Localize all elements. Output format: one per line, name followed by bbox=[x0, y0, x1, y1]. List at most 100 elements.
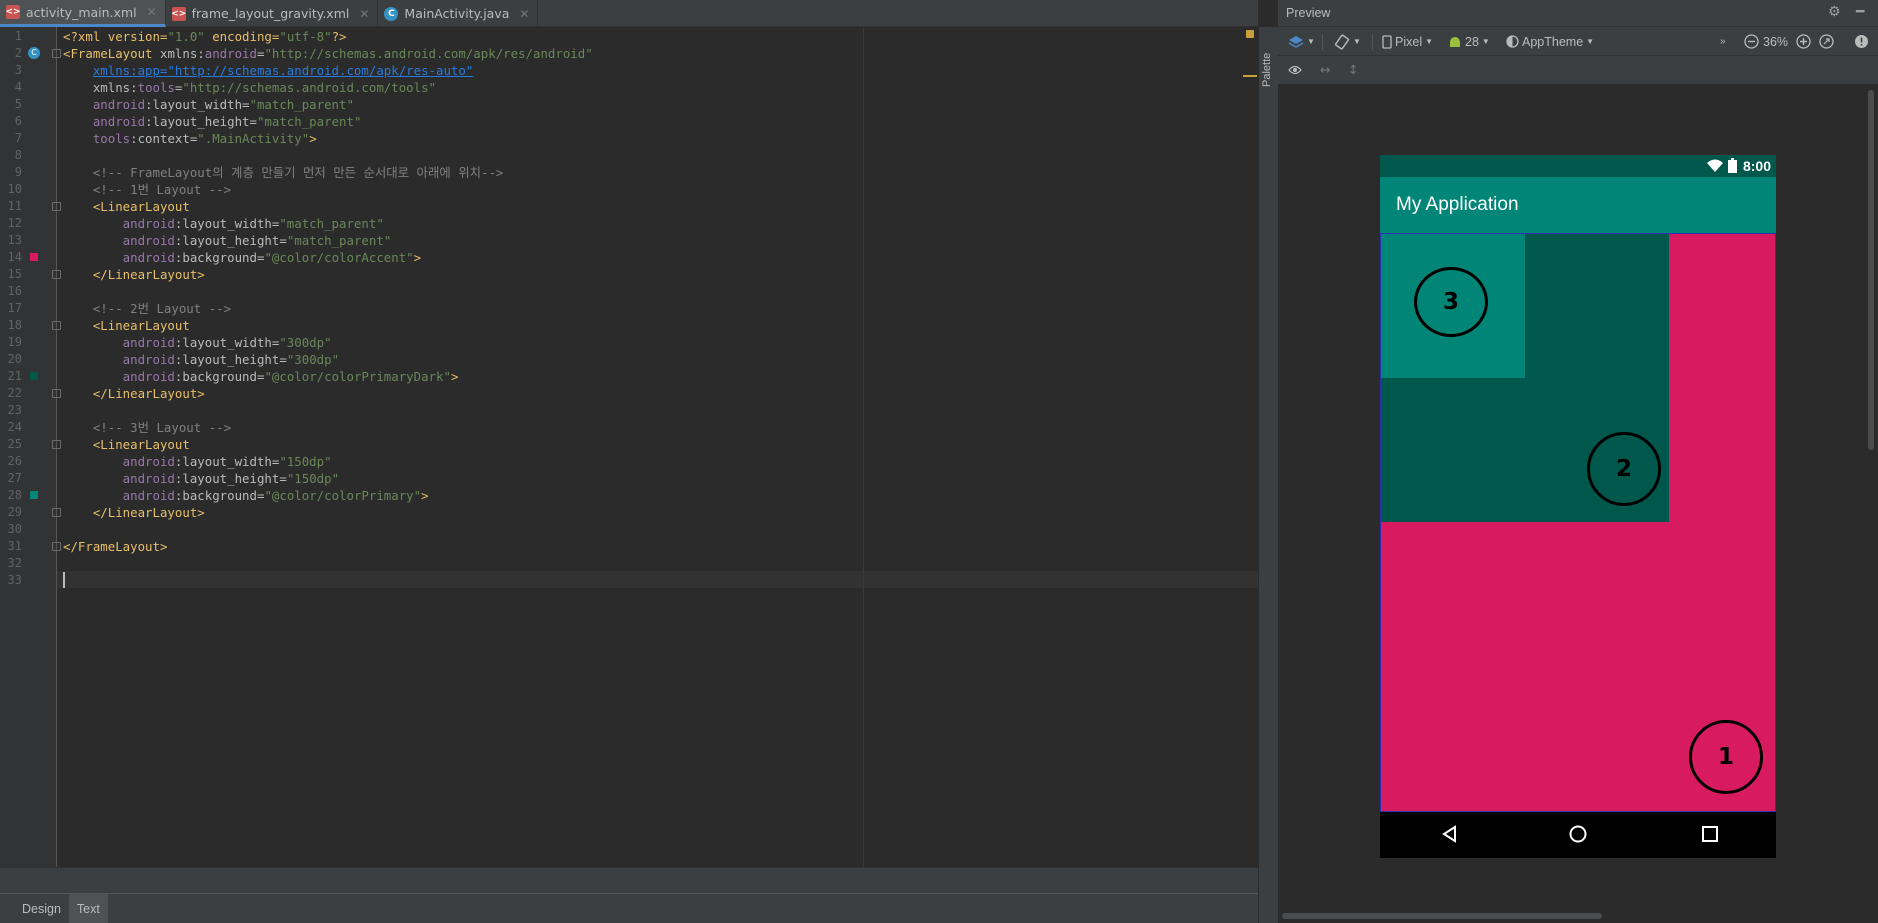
line-number: 19 bbox=[7, 335, 22, 349]
code-token: <LinearLayout bbox=[63, 318, 190, 333]
device-selector[interactable]: Pixel ▼ bbox=[1382, 33, 1433, 50]
code-token: :background= bbox=[174, 369, 265, 384]
code-token: "@color/colorAccent" bbox=[264, 250, 414, 265]
color-swatch-icon[interactable] bbox=[30, 372, 38, 380]
code-editor[interactable]: <> activity_main.xml ✕ <> frame_layout_g… bbox=[0, 0, 1258, 923]
line-number: 17 bbox=[7, 301, 22, 315]
preview-canvas[interactable]: 8:00 My Application 1 2 3 bbox=[1278, 84, 1878, 907]
layout-number-badge: 2 bbox=[1587, 432, 1661, 506]
code-token: > bbox=[421, 488, 429, 503]
tab-design[interactable]: Design bbox=[14, 894, 69, 923]
tab-text[interactable]: Text bbox=[68, 894, 108, 923]
error-stripe-marker[interactable] bbox=[1243, 75, 1257, 77]
theme-selector[interactable]: AppTheme ▼ bbox=[1506, 33, 1594, 50]
code-token: :layout_width= bbox=[174, 335, 280, 350]
toolbar-separator bbox=[1322, 34, 1323, 50]
code-token: android bbox=[63, 335, 175, 350]
code-token: "@color/colorPrimaryDark" bbox=[264, 369, 451, 384]
device-preview: 8:00 My Application 1 2 3 bbox=[1380, 155, 1776, 858]
status-time: 8:00 bbox=[1742, 158, 1771, 174]
line-number: 11 bbox=[7, 199, 22, 213]
hide-panel-icon[interactable]: ━ bbox=[1856, 4, 1864, 20]
code-token: > bbox=[413, 250, 422, 265]
line-number: 15 bbox=[7, 267, 22, 281]
line-number: 31 bbox=[7, 539, 22, 553]
code-token: "150dp" bbox=[286, 471, 340, 486]
code-token: "http://schemas.android.com/apk/res/andr… bbox=[264, 46, 593, 61]
line-number: 23 bbox=[7, 403, 22, 417]
preview-title: Preview bbox=[1286, 6, 1331, 20]
scrollbar-thumb[interactable] bbox=[1282, 913, 1602, 919]
zoom-level: 36% bbox=[1763, 34, 1789, 49]
warning-icon[interactable] bbox=[1854, 33, 1869, 50]
line-number: 10 bbox=[7, 182, 22, 196]
recents-icon bbox=[1702, 826, 1718, 842]
line-number: 24 bbox=[7, 420, 22, 434]
code-token: <?xml version= bbox=[63, 29, 168, 44]
code-line: <!-- 1번 Layout --> bbox=[63, 181, 231, 198]
code-line: <LinearLayout bbox=[63, 317, 190, 334]
eye-icon[interactable] bbox=[1288, 61, 1302, 78]
code-token: "300dp" bbox=[286, 352, 340, 367]
horizontal-resize-icon[interactable]: ↔ bbox=[1320, 61, 1330, 78]
class-reference-icon[interactable]: C bbox=[28, 47, 40, 59]
code-token: :layout_height= bbox=[174, 471, 287, 486]
code-token: <FrameLayout bbox=[63, 46, 160, 61]
layout-number-badge: 1 bbox=[1689, 720, 1763, 794]
tab-frame-layout-gravity[interactable]: <> frame_layout_gravity.xml ✕ bbox=[166, 0, 379, 27]
code-token: </LinearLayout> bbox=[63, 267, 205, 282]
line-number: 12 bbox=[7, 216, 22, 230]
theme-label: AppTheme bbox=[1522, 34, 1584, 49]
code-token: ?> bbox=[331, 29, 347, 44]
warning-marker-icon[interactable] bbox=[1246, 30, 1254, 38]
code-token: <LinearLayout bbox=[63, 199, 190, 214]
orientation-icon[interactable]: ▼ bbox=[1334, 33, 1361, 50]
tab-activity-main[interactable]: <> activity_main.xml ✕ bbox=[0, 0, 166, 27]
zoom-to-fit-icon[interactable] bbox=[1819, 33, 1834, 50]
code-token: <!-- FrameLayout의 계층 만들기 먼저 만든 순서대로 아래에 … bbox=[63, 165, 504, 180]
close-icon[interactable]: ✕ bbox=[359, 7, 369, 21]
code-text-area[interactable]: <?xml version="1.0" encoding="utf-8"?> <F… bbox=[57, 27, 1258, 867]
line-number: 3 bbox=[14, 63, 22, 77]
zoom-in-icon[interactable] bbox=[1796, 33, 1811, 50]
linear-layout-3[interactable]: 3 bbox=[1381, 234, 1525, 378]
close-icon[interactable]: ✕ bbox=[519, 7, 529, 21]
text-caret bbox=[63, 572, 65, 588]
overflow-icon[interactable]: » bbox=[1720, 33, 1726, 50]
color-swatch-icon[interactable] bbox=[30, 491, 38, 499]
preview-horizontal-scrollbar[interactable] bbox=[1278, 907, 1878, 923]
vertical-resize-icon[interactable]: ↕ bbox=[1348, 61, 1358, 78]
preview-vertical-scrollbar[interactable] bbox=[1868, 90, 1874, 450]
api-level-selector[interactable]: 28 ▼ bbox=[1448, 33, 1490, 50]
line-number: 16 bbox=[7, 284, 22, 298]
code-line: android:layout_width="300dp" bbox=[63, 334, 332, 351]
palette-tab[interactable]: Palette bbox=[1261, 40, 1275, 100]
code-token: :background= bbox=[174, 488, 265, 503]
code-line: android:background="@color/colorPrimary"… bbox=[63, 487, 429, 504]
code-line: android:layout_width="match_parent" bbox=[63, 215, 384, 232]
gear-icon[interactable]: ⚙ bbox=[1828, 4, 1841, 20]
color-swatch-icon[interactable] bbox=[30, 253, 38, 261]
line-number: 20 bbox=[7, 352, 22, 366]
java-class-icon: C bbox=[384, 6, 399, 21]
android-icon bbox=[1450, 36, 1460, 47]
code-token: :layout_height= bbox=[174, 233, 287, 248]
code-token: :layout_height= bbox=[145, 114, 257, 129]
line-number: 27 bbox=[7, 471, 22, 485]
line-number: 4 bbox=[14, 80, 22, 94]
tab-label: frame_layout_gravity.xml bbox=[191, 6, 350, 21]
layers-icon[interactable]: ▼ bbox=[1288, 33, 1315, 50]
frame-layout[interactable]: 1 2 3 bbox=[1380, 233, 1776, 812]
code-token: android bbox=[204, 46, 257, 61]
home-icon bbox=[1569, 825, 1587, 843]
code-token: xmlns: bbox=[159, 46, 205, 61]
palette-side-strip[interactable] bbox=[1258, 27, 1278, 923]
code-token: xmlns: bbox=[63, 80, 138, 95]
close-icon[interactable]: ✕ bbox=[147, 5, 157, 19]
status-bar: 8:00 bbox=[1380, 155, 1776, 177]
code-line: </FrameLayout> bbox=[63, 538, 167, 555]
tab-main-activity[interactable]: C MainActivity.java ✕ bbox=[378, 0, 539, 27]
editor-horizontal-scrollbar[interactable] bbox=[0, 867, 1258, 893]
zoom-out-icon[interactable] bbox=[1744, 33, 1759, 50]
line-number: 29 bbox=[7, 505, 22, 519]
